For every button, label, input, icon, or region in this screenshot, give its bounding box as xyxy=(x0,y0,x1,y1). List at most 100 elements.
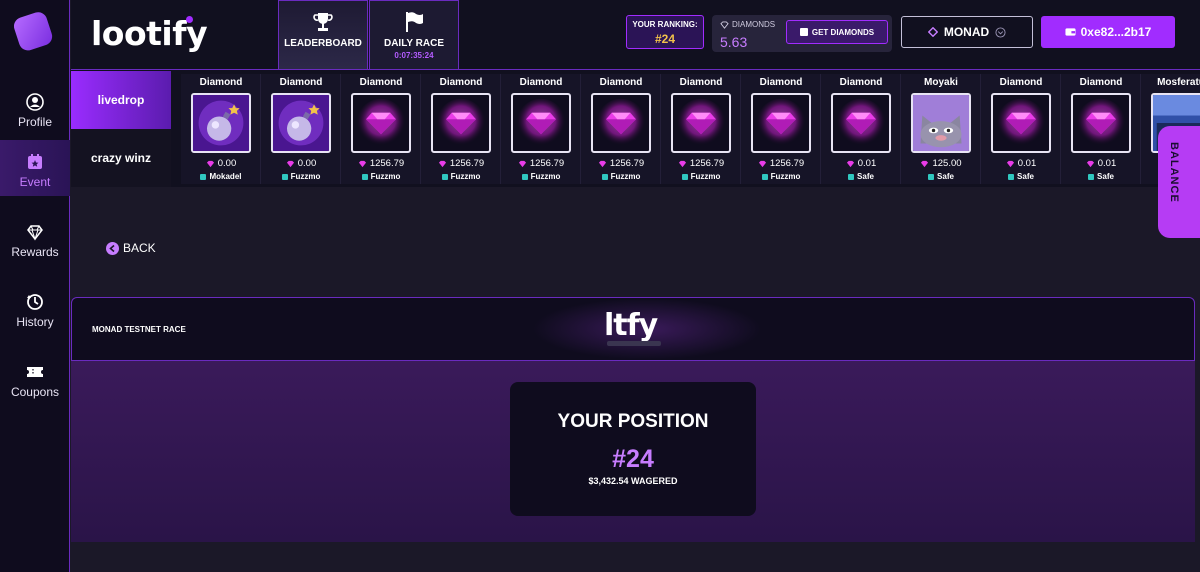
sidebar-item-label: Profile xyxy=(17,115,52,129)
diamond-icon xyxy=(678,160,686,167)
item-value: 1256.79 xyxy=(769,158,805,169)
chevron-down-icon xyxy=(995,26,1006,38)
item-value-row: 1256.79 xyxy=(501,158,581,169)
history-icon xyxy=(27,294,43,310)
get-diamonds-button[interactable]: GET DIAMONDS xyxy=(786,20,888,44)
item-user: Fuzzmo xyxy=(690,172,721,181)
diamond-icon xyxy=(518,160,526,167)
item-value: 1256.79 xyxy=(369,158,405,169)
tab-livedrop[interactable]: livedrop xyxy=(71,71,171,129)
user-avatar-icon xyxy=(601,173,608,180)
user-avatar-icon xyxy=(761,173,768,180)
diamond-icon xyxy=(1086,160,1094,167)
trophy-icon xyxy=(313,13,333,31)
item-name: Diamond xyxy=(439,77,483,88)
livedrop-item[interactable]: Diamond 0.01 Safe xyxy=(821,74,901,184)
tab-crazy-winz[interactable]: crazy winz xyxy=(71,129,171,187)
balance-toggle[interactable]: BALANCE xyxy=(1158,126,1200,238)
sidebar-item-label: History xyxy=(16,315,54,329)
item-image xyxy=(831,93,891,153)
item-value: 0.00 xyxy=(297,158,317,169)
user-avatar-icon xyxy=(361,173,368,180)
tab-daily-race[interactable]: DAILY RACE 0:07:35:24 xyxy=(369,0,459,70)
item-user: Safe xyxy=(857,172,874,181)
item-name: Diamond xyxy=(359,77,403,88)
network-selector[interactable]: MONAD xyxy=(901,16,1033,48)
item-user-row: Fuzzmo xyxy=(341,172,421,181)
livedrop-item[interactable]: Diamond 0.00 Mokadel xyxy=(181,74,261,184)
ranking-badge: YOUR RANKING: #24 xyxy=(626,15,704,49)
get-diamonds-label: GET DIAMONDS xyxy=(811,27,875,37)
tab-leaderboard[interactable]: LEADERBOARD xyxy=(278,0,368,70)
monad-icon xyxy=(927,27,938,37)
item-value-row: 0.00 xyxy=(261,158,341,169)
item-user-row: Mokadel xyxy=(181,172,261,181)
item-user-row: Fuzzmo xyxy=(661,172,741,181)
network-label: MONAD xyxy=(943,25,990,39)
diamond-icon xyxy=(286,160,294,167)
ranking-label: YOUR RANKING: xyxy=(632,20,698,29)
daily-race-timer: 0:07:35:24 xyxy=(394,51,434,60)
livedrop-item[interactable]: Diamond 0.01 Safe xyxy=(981,74,1061,184)
top-header: lootify LEADERBOARD DAILY RACE 0:07:35:2… xyxy=(71,0,1200,70)
sidebar-item-profile[interactable]: Profile xyxy=(0,80,70,136)
diamond-icon xyxy=(758,160,766,167)
position-heading: YOUR POSITION xyxy=(557,411,709,432)
item-value-row: 0.00 xyxy=(181,158,261,169)
sidebar-item-coupons[interactable]: Coupons xyxy=(0,350,70,406)
position-rank: #24 xyxy=(612,445,654,473)
livedrop-item[interactable]: Diamond 1256.79 Fuzzmo xyxy=(581,74,661,184)
sidebar-item-event[interactable]: Event xyxy=(0,140,70,196)
livedrop-item[interactable]: Diamond 0.00 Fuzzmo xyxy=(261,74,341,184)
item-name: Diamond xyxy=(599,77,643,88)
item-image xyxy=(671,93,731,153)
diamonds-label-row: DIAMONDS xyxy=(720,20,775,29)
item-user: Safe xyxy=(1017,172,1034,181)
user-avatar-icon xyxy=(281,173,288,180)
item-user: Fuzzmo xyxy=(370,172,401,181)
item-user-row: Fuzzmo xyxy=(421,172,501,181)
profile-icon xyxy=(26,93,44,111)
balance-label: BALANCE xyxy=(1168,142,1180,203)
livedrop-item[interactable]: Diamond 1256.79 Fuzzmo xyxy=(661,74,741,184)
item-value-row: 0.01 xyxy=(821,158,901,169)
livedrop-item[interactable]: Diamond 0.01 Safe xyxy=(1061,74,1141,184)
wallet-button[interactable]: 0xe82...2b17 xyxy=(1041,16,1175,48)
livedrop-item[interactable]: Diamond 1256.79 Fuzzmo xyxy=(421,74,501,184)
item-user-row: Fuzzmo xyxy=(261,172,341,181)
livedrop-item[interactable]: Diamond 1256.79 Fuzzmo xyxy=(341,74,421,184)
livedrop-strip: livedrop crazy winz Diamond 0.00 Mokadel Di… xyxy=(71,70,1200,187)
sidebar-item-history[interactable]: History xyxy=(0,280,70,336)
user-avatar-icon xyxy=(928,173,935,180)
item-value: 0.01 xyxy=(1097,158,1117,169)
livedrop-item[interactable]: Diamond 1256.79 Fuzzmo xyxy=(741,74,821,184)
position-wagered: $3,432.54 WAGERED xyxy=(588,476,678,486)
item-value: 125.00 xyxy=(932,158,962,169)
item-name: Moyaki xyxy=(924,77,958,88)
item-value-row: 0.01 xyxy=(1061,158,1141,169)
livedrop-item[interactable]: Diamond 1256.79 Fuzzmo xyxy=(501,74,581,184)
app-logo-icon[interactable] xyxy=(11,8,57,54)
item-image xyxy=(431,93,491,153)
item-user-row: Safe xyxy=(901,172,981,181)
item-value: 0.01 xyxy=(1017,158,1037,169)
diamonds-label: DIAMONDS xyxy=(732,20,776,29)
item-value: 1256.79 xyxy=(689,158,725,169)
race-banner: MONAD TESTNET RACE ltfy xyxy=(71,297,1195,361)
livedrop-item[interactable]: Moyaki 125.00 Safe xyxy=(901,74,981,184)
item-user-row: Safe xyxy=(1061,172,1141,181)
item-value-row: 1256.79 xyxy=(661,158,741,169)
diamonds-value: 5.63 xyxy=(720,34,748,50)
coupon-icon xyxy=(27,367,43,377)
tab-label: DAILY RACE xyxy=(383,38,444,49)
item-image xyxy=(351,93,411,153)
wallet-icon xyxy=(1065,28,1076,36)
tab-label: crazy winz xyxy=(90,151,152,165)
sidebar-item-rewards[interactable]: Rewards xyxy=(0,210,70,266)
item-value-row: 1256.79 xyxy=(741,158,821,169)
item-user: Fuzzmo xyxy=(770,172,801,181)
back-button[interactable]: BACK xyxy=(106,241,156,255)
item-image xyxy=(991,93,1051,153)
item-value-row: 1256.79 xyxy=(341,158,421,169)
user-avatar-icon xyxy=(441,173,448,180)
